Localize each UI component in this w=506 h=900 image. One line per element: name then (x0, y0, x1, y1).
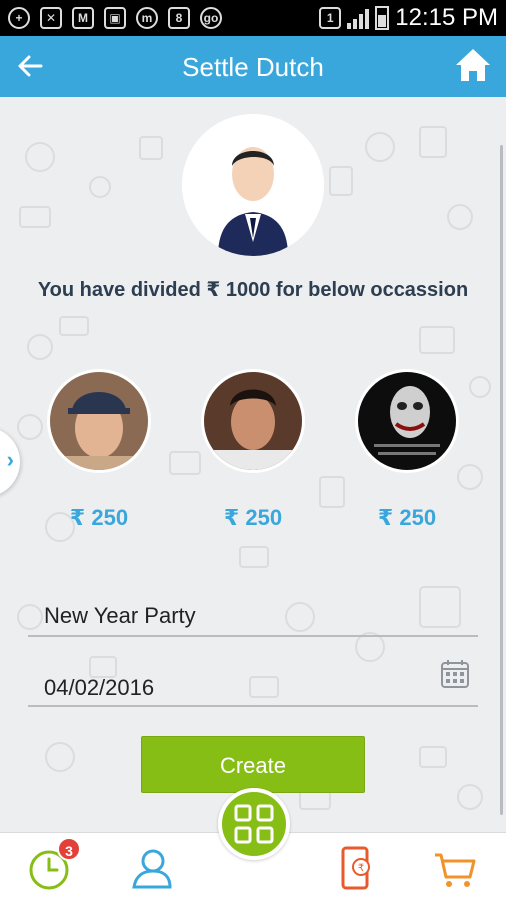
page-title: Settle Dutch (182, 52, 324, 82)
sim-1-icon: 1 (319, 7, 342, 29)
system-status: 1 12:15 PM (319, 4, 498, 32)
image-notification-icon: ▣ (104, 7, 126, 29)
member-card[interactable]: ₹ 250 (355, 369, 459, 531)
member-amount: ₹ 250 (223, 505, 283, 530)
create-button[interactable]: Create (141, 736, 365, 793)
home-icon (456, 49, 490, 81)
svg-text:₹: ₹ (358, 863, 364, 874)
app-bar: Settle Dutch (0, 36, 506, 97)
phone-rupee-icon: ₹ (341, 846, 370, 890)
grid-icon (234, 804, 274, 844)
scrollbar[interactable] (500, 145, 503, 815)
member-avatar (355, 369, 459, 473)
member-card[interactable]: ₹ 250 (201, 369, 305, 531)
dashboard-button[interactable] (218, 788, 290, 860)
cart-icon (435, 853, 476, 887)
occasion-field[interactable]: New Year Party (28, 597, 478, 637)
missed-call-icon: ✕ (40, 7, 62, 29)
date-field[interactable]: 04/02/2016 (28, 660, 478, 707)
split-summary: You have divided ₹ 1000 for below occass… (37, 279, 469, 301)
app-notification-icon: 8 (168, 7, 190, 29)
battery-icon (375, 6, 390, 30)
status-time: 12:15 PM (395, 4, 498, 31)
date-input[interactable]: 04/02/2016 (44, 675, 154, 701)
app-notification-icon: M (72, 7, 94, 29)
user-avatar (182, 114, 324, 256)
chevron-right-icon: › (6, 447, 14, 472)
member-card[interactable]: ₹ 250 (47, 369, 151, 531)
occasion-input[interactable]: New Year Party (44, 603, 196, 629)
nav-cart[interactable] (432, 845, 478, 891)
signal-icon (347, 7, 370, 29)
app-notification-icon: go (200, 7, 222, 29)
member-amount: ₹ 250 (377, 505, 437, 530)
calendar-icon[interactable] (440, 659, 470, 689)
person-icon (182, 114, 324, 256)
app-notification-icon: m (136, 7, 158, 29)
user-icon (132, 849, 172, 889)
nav-payments[interactable]: ₹ (334, 845, 380, 891)
add-notification-icon: + (8, 7, 30, 29)
home-button[interactable] (454, 46, 492, 84)
status-bar: + ✕ M ▣ m 8 go 1 12:15 PM (0, 0, 506, 36)
nav-contacts[interactable] (128, 845, 174, 891)
member-avatar (47, 369, 151, 473)
member-avatar (201, 369, 305, 473)
notification-icons: + ✕ M ▣ m 8 go (8, 6, 222, 30)
main-content: You have divided ₹ 1000 for below occass… (0, 97, 506, 832)
notification-badge: 3 (57, 837, 81, 861)
member-amount: ₹ 250 (69, 505, 129, 530)
